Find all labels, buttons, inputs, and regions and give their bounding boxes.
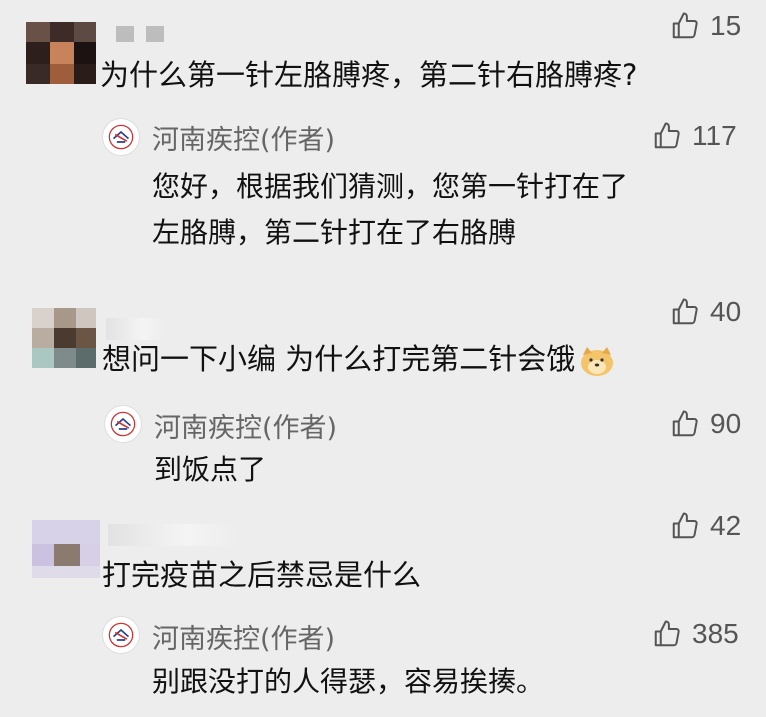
comment-like-button[interactable]: 42 (670, 510, 741, 542)
henan-cdc-logo-icon[interactable] (102, 616, 140, 654)
henan-cdc-logo-icon[interactable] (102, 118, 140, 156)
avatar[interactable] (32, 308, 96, 368)
like-count: 90 (710, 408, 742, 439)
like-count: 40 (710, 296, 742, 327)
reply-text-line-1: 到饭点了 (154, 453, 267, 486)
reply-like-button[interactable]: 90 (670, 408, 741, 440)
reply-like-button[interactable]: 117 (652, 120, 737, 152)
username-redacted (108, 524, 238, 546)
thumbs-up-icon (672, 410, 698, 437)
reply-text-line-1: 您好，根据我们猜测，您第一针打在了 (152, 170, 629, 203)
comment-like-button[interactable]: 40 (670, 296, 741, 328)
thumbs-up-icon (672, 298, 698, 325)
like-count: 117 (692, 120, 737, 151)
thumbs-up-icon (654, 122, 680, 149)
avatar[interactable] (32, 520, 100, 578)
reply-author-name[interactable]: 河南疾控(作者) (152, 617, 335, 656)
like-count: 15 (710, 10, 742, 41)
reply-author-name[interactable]: 河南疾控(作者) (154, 406, 337, 445)
thumbs-up-icon (654, 620, 680, 647)
username-redacted (116, 26, 164, 42)
comment-text: 想问一下小编 为什么打完第二针会饿 (102, 336, 615, 382)
thumbs-up-icon (672, 12, 698, 39)
reply-like-button[interactable]: 385 (652, 618, 739, 650)
comment-text: 为什么第一针左胳膊疼，第二针右胳膊疼? (100, 58, 638, 92)
avatar[interactable] (26, 22, 96, 84)
comment-text-content: 想问一下小编 为什么打完第二针会饿 (102, 342, 576, 376)
doge-emoji-icon (581, 347, 614, 376)
like-count: 42 (710, 510, 742, 541)
henan-cdc-logo-icon[interactable] (104, 405, 142, 443)
thumbs-up-icon (672, 512, 698, 539)
reply-text-line-1: 别跟没打的人得瑟，容易挨揍。 (152, 665, 545, 698)
reply-text-line-2: 左胳膊，第二针打在了右胳膊 (152, 216, 517, 249)
comment-like-button[interactable]: 15 (670, 10, 741, 42)
like-count: 385 (692, 618, 739, 649)
reply-author-name[interactable]: 河南疾控(作者) (152, 118, 335, 157)
comment-text: 打完疫苗之后禁忌是什么 (102, 558, 422, 592)
